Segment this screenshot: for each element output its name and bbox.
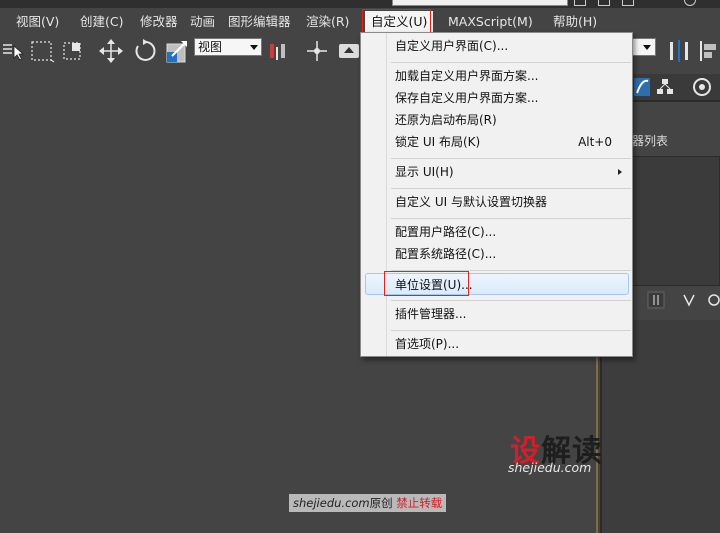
- named-selection-select[interactable]: [632, 38, 656, 56]
- search-input[interactable]: [392, 0, 568, 6]
- menu-item-units-setup[interactable]: 单位设置(U)...: [365, 273, 629, 295]
- menu-item-shortcut: Alt+0: [578, 135, 612, 149]
- menu-modifiers[interactable]: 修改器: [140, 12, 178, 32]
- menu-item-save-ui-scheme[interactable]: 保存自定义用户界面方案...: [362, 87, 632, 109]
- chevron-down-icon: [643, 45, 651, 50]
- command-panel-tabs: [632, 74, 720, 100]
- menu-item-revert-startup-layout[interactable]: 还原为启动布局(R): [362, 109, 632, 131]
- window-icon[interactable]: [574, 0, 586, 6]
- menu-item-plugin-manager[interactable]: 插件管理器...: [362, 303, 632, 325]
- move-icon[interactable]: [98, 38, 124, 64]
- menu-item-label: 自定义用户界面(C)...: [395, 39, 509, 53]
- menu-animation[interactable]: 动画: [190, 12, 215, 32]
- menu-item-configure-user-paths[interactable]: 配置用户路径(C)...: [362, 221, 632, 243]
- rotate-icon[interactable]: [132, 38, 158, 64]
- menu-divider: [391, 330, 631, 331]
- motion-tab-icon[interactable]: [693, 78, 711, 96]
- menu-item-label: 配置用户路径(C)...: [395, 225, 497, 239]
- select-manipulate-icon[interactable]: [304, 38, 330, 64]
- modify-tab-icon[interactable]: [634, 78, 650, 96]
- show-end-result-icon[interactable]: [683, 294, 695, 307]
- menu-item-label: 加载自定义用户界面方案...: [395, 69, 539, 83]
- menu-maxscript[interactable]: MAXScript(M): [448, 12, 533, 32]
- menu-item-ui-defaults-switcher[interactable]: 自定义 UI 与默认设置切换器: [362, 191, 632, 213]
- watermark-notice: shejiedu.com原创 禁止转载: [289, 494, 447, 512]
- menu-item-label: 还原为启动布局(R): [395, 113, 497, 127]
- keyboard-shortcut-icon[interactable]: [338, 38, 360, 64]
- menu-item-label: 保存自定义用户界面方案...: [395, 91, 539, 105]
- window-icon[interactable]: [598, 0, 610, 6]
- watermark-notice-warning: 禁止转载: [396, 496, 443, 510]
- menu-create[interactable]: 创建(C): [80, 12, 123, 32]
- window-icon[interactable]: [622, 0, 634, 6]
- select-list-icon[interactable]: [2, 38, 24, 64]
- pin-stack-icon[interactable]: [647, 291, 665, 309]
- help-icon[interactable]: [684, 0, 696, 6]
- menu-customize[interactable]: 自定义(U): [365, 11, 434, 33]
- mirror-icon[interactable]: [666, 38, 692, 64]
- align-icon[interactable]: [696, 38, 720, 64]
- menu-divider: [391, 188, 631, 189]
- reference-coord-select[interactable]: 视图: [194, 38, 262, 56]
- menu-item-lock-ui-layout[interactable]: 锁定 UI 布局(K) Alt+0: [362, 131, 632, 153]
- menu-item-label: 首选项(P)...: [395, 337, 460, 351]
- window-crossing-icon[interactable]: [62, 38, 86, 64]
- rect-select-icon[interactable]: [30, 38, 56, 64]
- menu-item-customize-ui[interactable]: 自定义用户界面(C)...: [362, 35, 632, 57]
- menu-item-load-ui-scheme[interactable]: 加载自定义用户界面方案...: [362, 65, 632, 87]
- menu-item-configure-system-paths[interactable]: 配置系统路径(C)...: [362, 243, 632, 265]
- watermark-notice-original: 原创: [369, 496, 393, 510]
- menu-rendering[interactable]: 渲染(R): [306, 12, 349, 32]
- menu-item-show-ui[interactable]: 显示 UI(H): [362, 161, 632, 183]
- hierarchy-tab-icon[interactable]: [657, 79, 673, 94]
- menu-item-preferences[interactable]: 首选项(P)...: [362, 333, 632, 355]
- menu-item-label: 插件管理器...: [395, 307, 467, 321]
- menu-divider: [391, 300, 631, 301]
- menu-divider: [391, 270, 631, 271]
- menu-divider: [391, 62, 631, 63]
- chevron-down-icon: [250, 45, 258, 50]
- menu-item-label: 锁定 UI 布局(K): [395, 135, 481, 149]
- menu-item-label: 单位设置(U)...: [395, 278, 473, 292]
- menu-bar: 视图(V) 创建(C) 修改器 动画 图形编辑器 渲染(R) 自定义(U) MA…: [0, 8, 720, 34]
- menu-help[interactable]: 帮助(H): [553, 12, 597, 32]
- watermark-notice-url: shejiedu.com: [293, 496, 370, 510]
- menu-item-label: 显示 UI(H): [395, 165, 454, 179]
- modifier-stack[interactable]: [632, 156, 720, 286]
- modifier-list-label[interactable]: 器列表: [632, 132, 668, 149]
- reference-coord-value: 视图: [198, 40, 223, 54]
- menu-item-label: 配置系统路径(C)...: [395, 247, 497, 261]
- menu-divider: [391, 158, 631, 159]
- scale-icon[interactable]: [164, 38, 192, 64]
- menu-graph-editors[interactable]: 图形编辑器: [228, 12, 291, 32]
- customize-menu: 自定义用户界面(C)... 加载自定义用户界面方案... 保存自定义用户界面方案…: [360, 32, 633, 357]
- pivot-center-icon[interactable]: [266, 38, 292, 64]
- submenu-arrow-icon: [618, 169, 622, 175]
- make-unique-icon[interactable]: [708, 294, 720, 306]
- title-bar: [0, 0, 720, 8]
- watermark-url: shejiedu.com: [508, 460, 592, 475]
- menu-divider: [391, 218, 631, 219]
- menu-view[interactable]: 视图(V): [16, 12, 59, 32]
- stack-tools: [632, 290, 720, 310]
- menu-item-label: 自定义 UI 与默认设置切换器: [395, 195, 547, 209]
